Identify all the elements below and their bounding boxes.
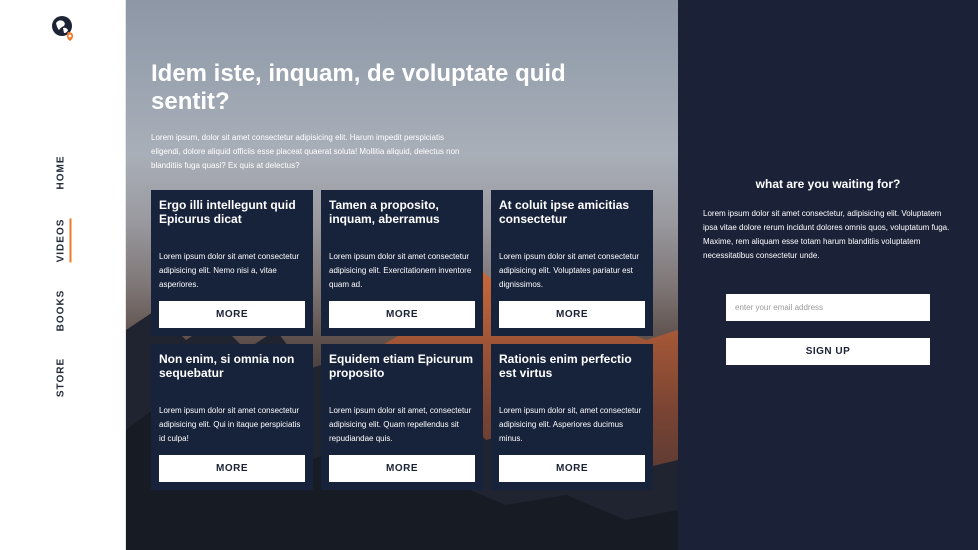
card-text: Lorem ipsum dolor sit amet consectetur a…	[329, 252, 472, 289]
feature-card: Non enim, si omnia non sequebatur Lorem …	[151, 344, 313, 490]
feature-card: Equidem etiam Epicurum proposito Lorem i…	[321, 344, 483, 490]
hero-title: Idem iste, inquam, de voluptate quid sen…	[151, 60, 566, 115]
more-button[interactable]: MORE	[329, 301, 475, 328]
card-text: Lorem ipsum dolor sit, amet consectetur …	[499, 406, 642, 443]
card-title: Rationis enim perfectio est virtus	[499, 352, 632, 380]
nav-item-store[interactable]: STORE	[56, 358, 67, 397]
globe-pin-icon[interactable]	[51, 15, 75, 41]
card-text: Lorem ipsum dolor sit amet consectetur a…	[159, 406, 301, 443]
more-button[interactable]: MORE	[159, 455, 305, 482]
email-input[interactable]	[726, 294, 930, 321]
card-title: At coluit ipse amicitias consectetur	[499, 198, 630, 226]
hero-description: Lorem ipsum, dolor sit amet consectetur …	[151, 133, 460, 170]
nav-item-home[interactable]: HOME	[56, 156, 67, 190]
sign-up-button[interactable]: SIGN UP	[726, 338, 930, 365]
signup-description: Lorem ipsum dolor sit amet consectetur, …	[703, 209, 950, 260]
feature-card: Ergo illi intellegunt quid Epicurus dica…	[151, 190, 313, 336]
more-button[interactable]: MORE	[499, 301, 645, 328]
nav-item-books[interactable]: BOOKS	[56, 290, 67, 332]
card-title: Equidem etiam Epicurum proposito	[329, 352, 474, 380]
nav-item-videos[interactable]: VIDEOS	[56, 219, 67, 263]
card-title: Non enim, si omnia non sequebatur	[159, 352, 295, 380]
sidebar-nav: HOME VIDEOS BOOKS STORE	[0, 0, 126, 550]
card-text: Lorem ipsum dolor sit amet, consectetur …	[329, 406, 472, 443]
card-title: Ergo illi intellegunt quid Epicurus dica…	[159, 198, 296, 226]
card-title: Tamen a proposito, inquam, aberramus	[329, 198, 440, 226]
signup-heading: what are you waiting for?	[755, 177, 901, 191]
more-button[interactable]: MORE	[329, 455, 475, 482]
signup-panel: what are you waiting for? Lorem ipsum do…	[678, 0, 978, 550]
feature-card: Rationis enim perfectio est virtus Lorem…	[491, 344, 653, 490]
feature-card: At coluit ipse amicitias consectetur Lor…	[491, 190, 653, 336]
more-button[interactable]: MORE	[499, 455, 645, 482]
card-text: Lorem ipsum dolor sit amet consectetur a…	[499, 252, 640, 289]
feature-card: Tamen a proposito, inquam, aberramus Lor…	[321, 190, 483, 336]
more-button[interactable]: MORE	[159, 301, 305, 328]
hero-section: Idem iste, inquam, de voluptate quid sen…	[126, 0, 678, 550]
card-text: Lorem ipsum dolor sit amet consectetur a…	[159, 252, 300, 289]
